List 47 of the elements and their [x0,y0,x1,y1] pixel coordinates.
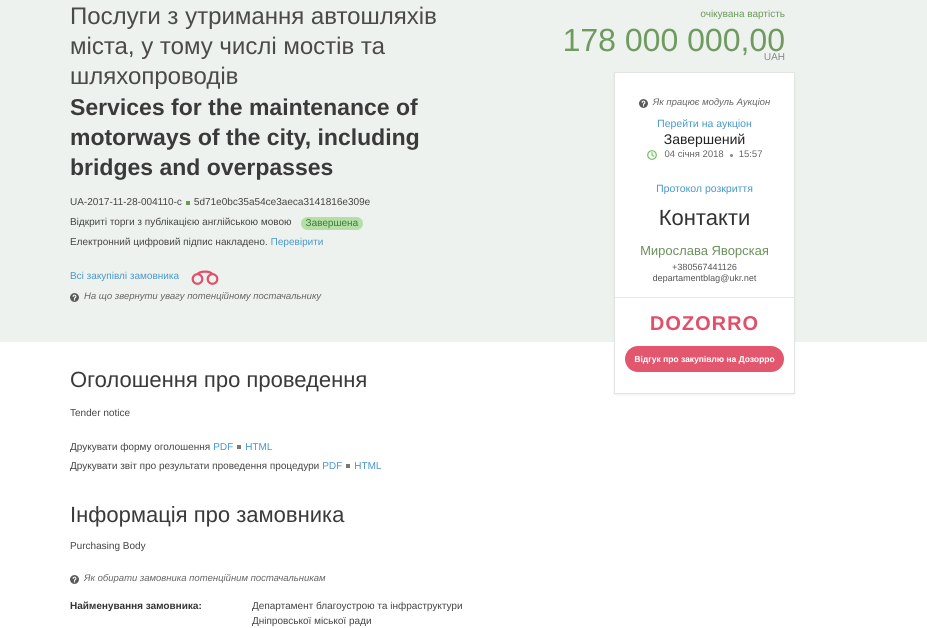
bullet-icon [186,201,190,205]
field-label: Найменування замовника: [70,600,203,614]
expected-value-label: очікувана вартість [700,8,785,22]
print-label: Друкувати форму оголошення [70,440,210,454]
print-label: Друкувати звіт про результати проведення процедури [70,460,320,474]
auction-status: Завершений [664,131,746,147]
tender-hash: 5d71e0bc35a54ce3aeca3141816e309e [194,196,370,210]
section-heading: Інформація про замовника [70,501,346,529]
contact-email: departamentblag@ukr.net [652,273,756,284]
auction-time: 15:57 [738,148,762,162]
bullet-icon [346,464,350,468]
section-heading: Оголошення про проведення [70,366,368,394]
help-icon [70,292,79,302]
status-badge: Завершена [300,216,364,230]
dozorro-logo: DOZORRO [650,312,760,336]
print-link[interactable]: HTML [245,438,272,456]
help-icon [70,574,79,584]
tender-id: UA-2017-11-28-004110-c [70,196,182,210]
help-icon [638,98,648,108]
hint-text: Як працює модуль Аукціон [652,96,770,110]
protocol-link[interactable]: Протокол розкриття [656,182,753,196]
tender-title: Послуги з утримання автошляхів міста, у тому числі мостів та шляхопроводів [70,2,438,92]
signature-status: Електронний цифровий підпис накладено. [70,236,268,250]
print-link[interactable]: HTML [354,456,382,476]
field-value: Департамент благоустрою та інфраструктури Дніпровської міської ради [252,600,464,628]
contacts-heading: Контакти [658,204,750,232]
tender-title-english: Services for the maintenance of motorways of the city, including bridges and overpasses [70,93,421,182]
all-purchases-link[interactable]: Всі закупівлі замовника [70,267,180,287]
verify-link[interactable]: Перевірити [270,233,324,253]
bullet-icon [730,154,733,156]
currency-label: UAH [764,52,785,64]
review-button[interactable]: Відгук про закупівлю на Дозорро [625,346,784,372]
hint-text: На що звернути увагу потенційному постачальнику [84,290,322,304]
print-link[interactable]: PDF [322,456,342,476]
contact-phone: +380567441126 [672,262,737,273]
auction-link[interactable]: Перейти на аукціон [657,117,752,131]
print-link[interactable]: PDF [213,438,234,456]
expected-value-amount: 178 000 000,00 [562,25,785,55]
contact-name: Мирослава Яворская [640,243,769,259]
hint-text: Як обирати замовника потенційним постачальникам [84,572,326,586]
clock-icon [646,150,657,160]
auction-date: 04 січня 2018 [664,148,724,162]
binoculars-icon [191,270,220,284]
section-subtitle: Tender notice [70,407,132,421]
section-subtitle: Purchasing Body [70,540,147,554]
bullet-icon [237,445,242,449]
procedure-type: Відкриті торги з публікацією англійською мовою [70,216,292,230]
